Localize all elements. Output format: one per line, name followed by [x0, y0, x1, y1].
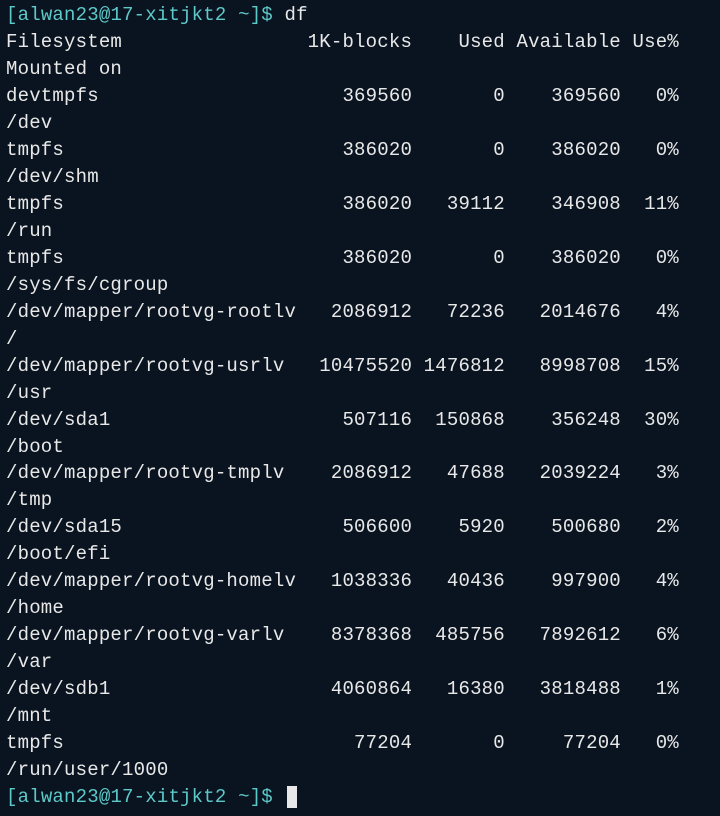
- terminal-output: [alwan23@17-xitjkt2 ~]$ df Filesystem 1K…: [6, 2, 714, 811]
- entered-command: df: [285, 4, 308, 26]
- prompt-at: @: [99, 786, 111, 808]
- command-line: [alwan23@17-xitjkt2 ~]$ df: [6, 2, 714, 29]
- df-mount: /dev: [6, 110, 714, 137]
- df-row: /dev/mapper/rootvg-varlv 8378368 485756 …: [6, 622, 714, 649]
- df-mount: /: [6, 326, 714, 353]
- prompt-bracket-close: ]: [250, 4, 262, 26]
- prompt-symbol: $: [261, 4, 273, 26]
- df-mount: /dev/shm: [6, 164, 714, 191]
- df-output-table: Filesystem 1K-blocks Used Available Use%…: [6, 29, 714, 784]
- df-header-row-1: Filesystem 1K-blocks Used Available Use%: [6, 29, 714, 56]
- df-mount: /sys/fs/cgroup: [6, 272, 714, 299]
- cursor[interactable]: [287, 786, 297, 808]
- df-row: devtmpfs 369560 0 369560 0%: [6, 83, 714, 110]
- prompt-path: ~: [238, 4, 250, 26]
- df-mount: /home: [6, 595, 714, 622]
- prompt-host: 17-xitjkt2: [110, 4, 226, 26]
- df-mount: /run: [6, 218, 714, 245]
- df-mount: /tmp: [6, 487, 714, 514]
- df-mount: /usr: [6, 380, 714, 407]
- df-header-row-2: Mounted on: [6, 56, 714, 83]
- prompt-user: alwan23: [18, 786, 99, 808]
- df-row: /dev/sdb1 4060864 16380 3818488 1%: [6, 676, 714, 703]
- prompt-line-2[interactable]: [alwan23@17-xitjkt2 ~]$: [6, 784, 714, 811]
- prompt-bracket-open: [: [6, 786, 18, 808]
- df-row: /dev/sda1 507116 150868 356248 30%: [6, 407, 714, 434]
- prompt-bracket-open: [: [6, 4, 18, 26]
- prompt-bracket-close: ]: [250, 786, 262, 808]
- df-mount: /boot: [6, 434, 714, 461]
- df-row: /dev/sda15 506600 5920 500680 2%: [6, 514, 714, 541]
- df-row: tmpfs 386020 0 386020 0%: [6, 245, 714, 272]
- prompt-path: ~: [238, 786, 250, 808]
- df-mount: /run/user/1000: [6, 757, 714, 784]
- df-row: tmpfs 386020 39112 346908 11%: [6, 191, 714, 218]
- df-row: /dev/mapper/rootvg-tmplv 2086912 47688 2…: [6, 460, 714, 487]
- df-row: /dev/mapper/rootvg-homelv 1038336 40436 …: [6, 568, 714, 595]
- df-mount: /var: [6, 649, 714, 676]
- df-row: /dev/mapper/rootvg-rootlv 2086912 72236 …: [6, 299, 714, 326]
- prompt-at: @: [99, 4, 111, 26]
- df-row: tmpfs 386020 0 386020 0%: [6, 137, 714, 164]
- df-mount: /boot/efi: [6, 541, 714, 568]
- df-mount: /mnt: [6, 703, 714, 730]
- prompt-host: 17-xitjkt2: [110, 786, 226, 808]
- prompt-user: alwan23: [18, 4, 99, 26]
- prompt-symbol: $: [261, 786, 273, 808]
- df-row: /dev/mapper/rootvg-usrlv 10475520 147681…: [6, 353, 714, 380]
- df-row: tmpfs 77204 0 77204 0%: [6, 730, 714, 757]
